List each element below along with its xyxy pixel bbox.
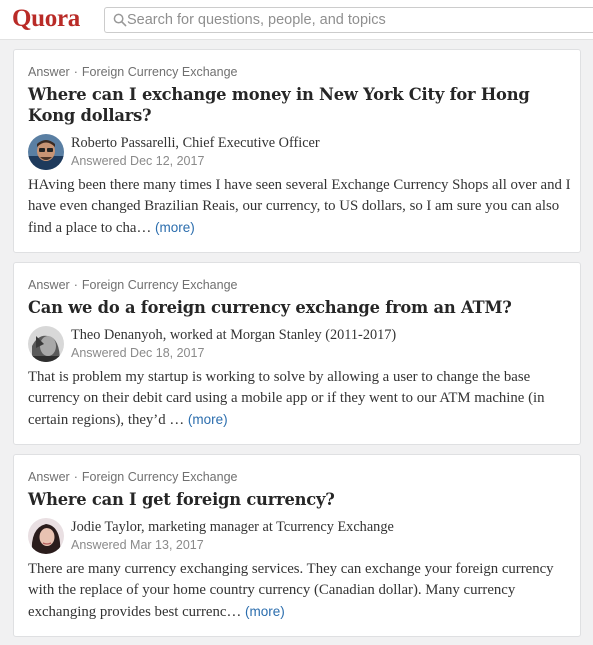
answer-date[interactable]: Answered Mar 13, 2017 <box>71 538 204 552</box>
answer-date[interactable]: Answered Dec 12, 2017 <box>71 154 204 168</box>
topic-link[interactable]: Foreign Currency Exchange <box>82 65 238 79</box>
card-meta: Answer · Foreign Currency Exchange <box>28 278 238 292</box>
topic-link[interactable]: Foreign Currency Exchange <box>82 278 238 292</box>
quora-logo[interactable]: Quora <box>12 5 80 33</box>
author-name[interactable]: Jodie Taylor, marketing manager at Tcurr… <box>71 519 394 536</box>
content-type-label: Answer <box>28 65 70 79</box>
content-type-label: Answer <box>28 470 70 484</box>
author-name[interactable]: Roberto Passarelli, Chief Executive Offi… <box>71 135 320 152</box>
excerpt-text: HAving been there many times I have seen… <box>28 177 571 236</box>
avatar[interactable] <box>28 134 64 170</box>
answer-card: Answer · Foreign Currency Exchange Where c… <box>13 49 581 253</box>
more-link[interactable]: (more) <box>188 412 228 427</box>
answer-excerpt: That is problem my startup is working to… <box>28 367 573 431</box>
topic-link[interactable]: Foreign Currency Exchange <box>82 470 238 484</box>
more-link[interactable]: (more) <box>155 220 195 235</box>
excerpt-text: There are many currency exchanging servi… <box>28 561 554 620</box>
question-title[interactable]: Where can I exchange money in New York C… <box>28 84 558 126</box>
more-link[interactable]: (more) <box>245 604 285 619</box>
search-box[interactable] <box>104 7 593 33</box>
avatar[interactable] <box>28 518 64 554</box>
answer-excerpt: There are many currency exchanging servi… <box>28 559 573 623</box>
question-title[interactable]: Where can I get foreign currency? <box>28 489 558 510</box>
author-name[interactable]: Theo Denanyoh, worked at Morgan Stanley … <box>71 327 396 344</box>
meta-separator: · <box>73 65 78 79</box>
answer-date[interactable]: Answered Dec 18, 2017 <box>71 346 204 360</box>
top-bar: Quora <box>0 0 593 40</box>
search-icon <box>113 13 127 27</box>
card-meta: Answer · Foreign Currency Exchange <box>28 65 238 79</box>
search-input[interactable] <box>127 9 587 31</box>
meta-separator: · <box>73 278 78 292</box>
answer-excerpt: HAving been there many times I have seen… <box>28 175 573 239</box>
answer-card: Answer · Foreign Currency Exchange Where c… <box>13 454 581 637</box>
content-type-label: Answer <box>28 278 70 292</box>
excerpt-text: That is problem my startup is working to… <box>28 369 545 428</box>
card-meta: Answer · Foreign Currency Exchange <box>28 470 238 484</box>
avatar[interactable] <box>28 326 64 362</box>
meta-separator: · <box>73 470 78 484</box>
question-title[interactable]: Can we do a foreign currency exchange fr… <box>28 297 558 318</box>
answer-card: Answer · Foreign Currency Exchange Can we … <box>13 262 581 445</box>
